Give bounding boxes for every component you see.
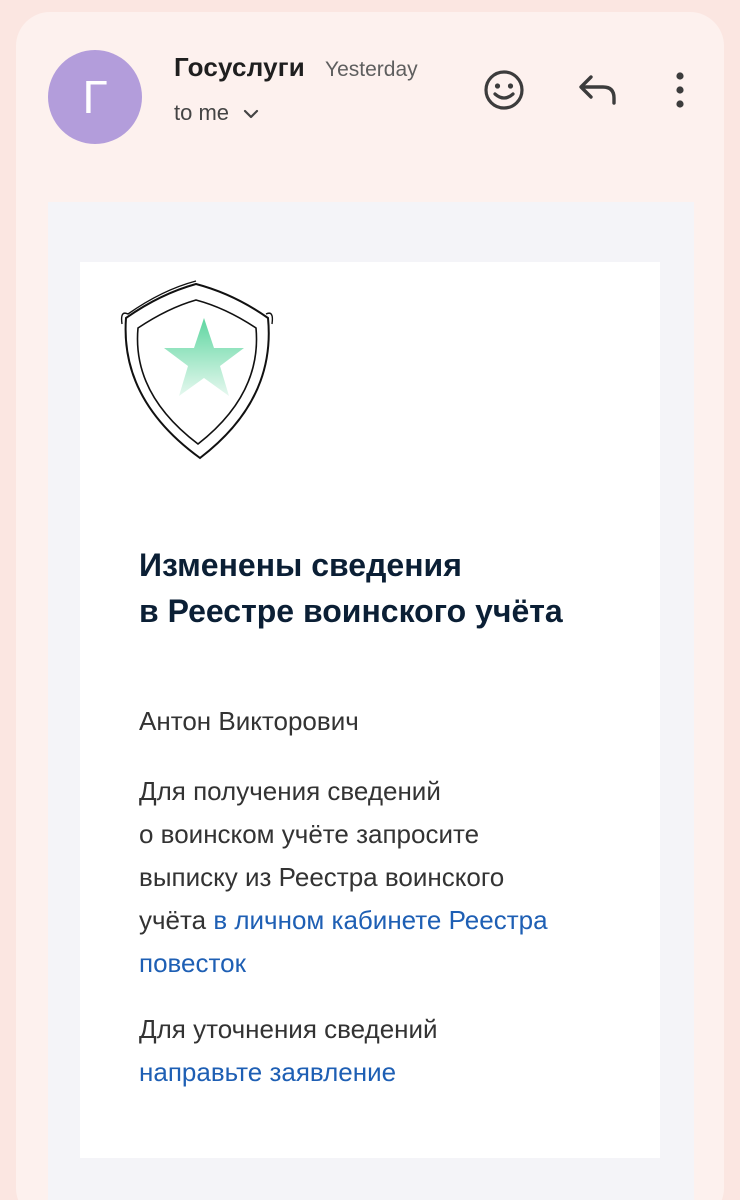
greeting: Антон Викторович <box>139 706 359 736</box>
headline-line-2: в Реестре воинского учёта <box>139 593 563 629</box>
reply-button[interactable] <box>570 62 626 118</box>
personal-account-link-continued[interactable]: повесток <box>139 948 246 978</box>
shield-star-icon <box>120 280 274 460</box>
para2-line-2: направьте заявление <box>139 1051 619 1094</box>
clarification-paragraph: Для уточнения сведений направьте заявлен… <box>139 1008 619 1094</box>
recipient-label: to me <box>174 100 230 125</box>
more-options-button[interactable] <box>652 62 708 118</box>
registry-extract-paragraph: Для получения сведений о воинском учёте … <box>139 770 619 985</box>
para1-line-4-prefix: учёта <box>139 905 214 935</box>
para1-line-2: о воинском учёте запросите <box>139 819 480 849</box>
para1-line-4: учёта в личном кабинете Реестра <box>139 899 619 942</box>
add-reaction-button[interactable] <box>476 62 532 118</box>
sender-avatar[interactable]: Г <box>48 50 142 144</box>
email-headline: Изменены сведения в Реестре воинского уч… <box>139 542 639 634</box>
headline-line-1: Изменены сведения <box>139 547 462 583</box>
personal-account-link[interactable]: в личном кабинете Реестра <box>213 905 547 935</box>
submit-application-link[interactable]: направьте заявление <box>139 1057 396 1087</box>
para1-line-3: выписку из Реестра воинского <box>139 862 505 892</box>
para1-line-5: повесток <box>139 942 619 985</box>
chevron-down-icon <box>243 106 259 124</box>
email-screen: Г Госуслуги Yesterday to me Изменены све… <box>0 0 740 1200</box>
emoji-icon <box>484 70 524 110</box>
para1-line-1: Для получения сведений <box>139 776 441 806</box>
timestamp: Yesterday <box>325 58 418 81</box>
recipient-toggle[interactable]: to me <box>174 100 259 126</box>
para2-line-1: Для уточнения сведений <box>139 1014 438 1044</box>
more-vert-icon <box>676 72 684 108</box>
reply-icon <box>579 75 616 105</box>
sender-name[interactable]: Госуслуги <box>174 52 305 83</box>
